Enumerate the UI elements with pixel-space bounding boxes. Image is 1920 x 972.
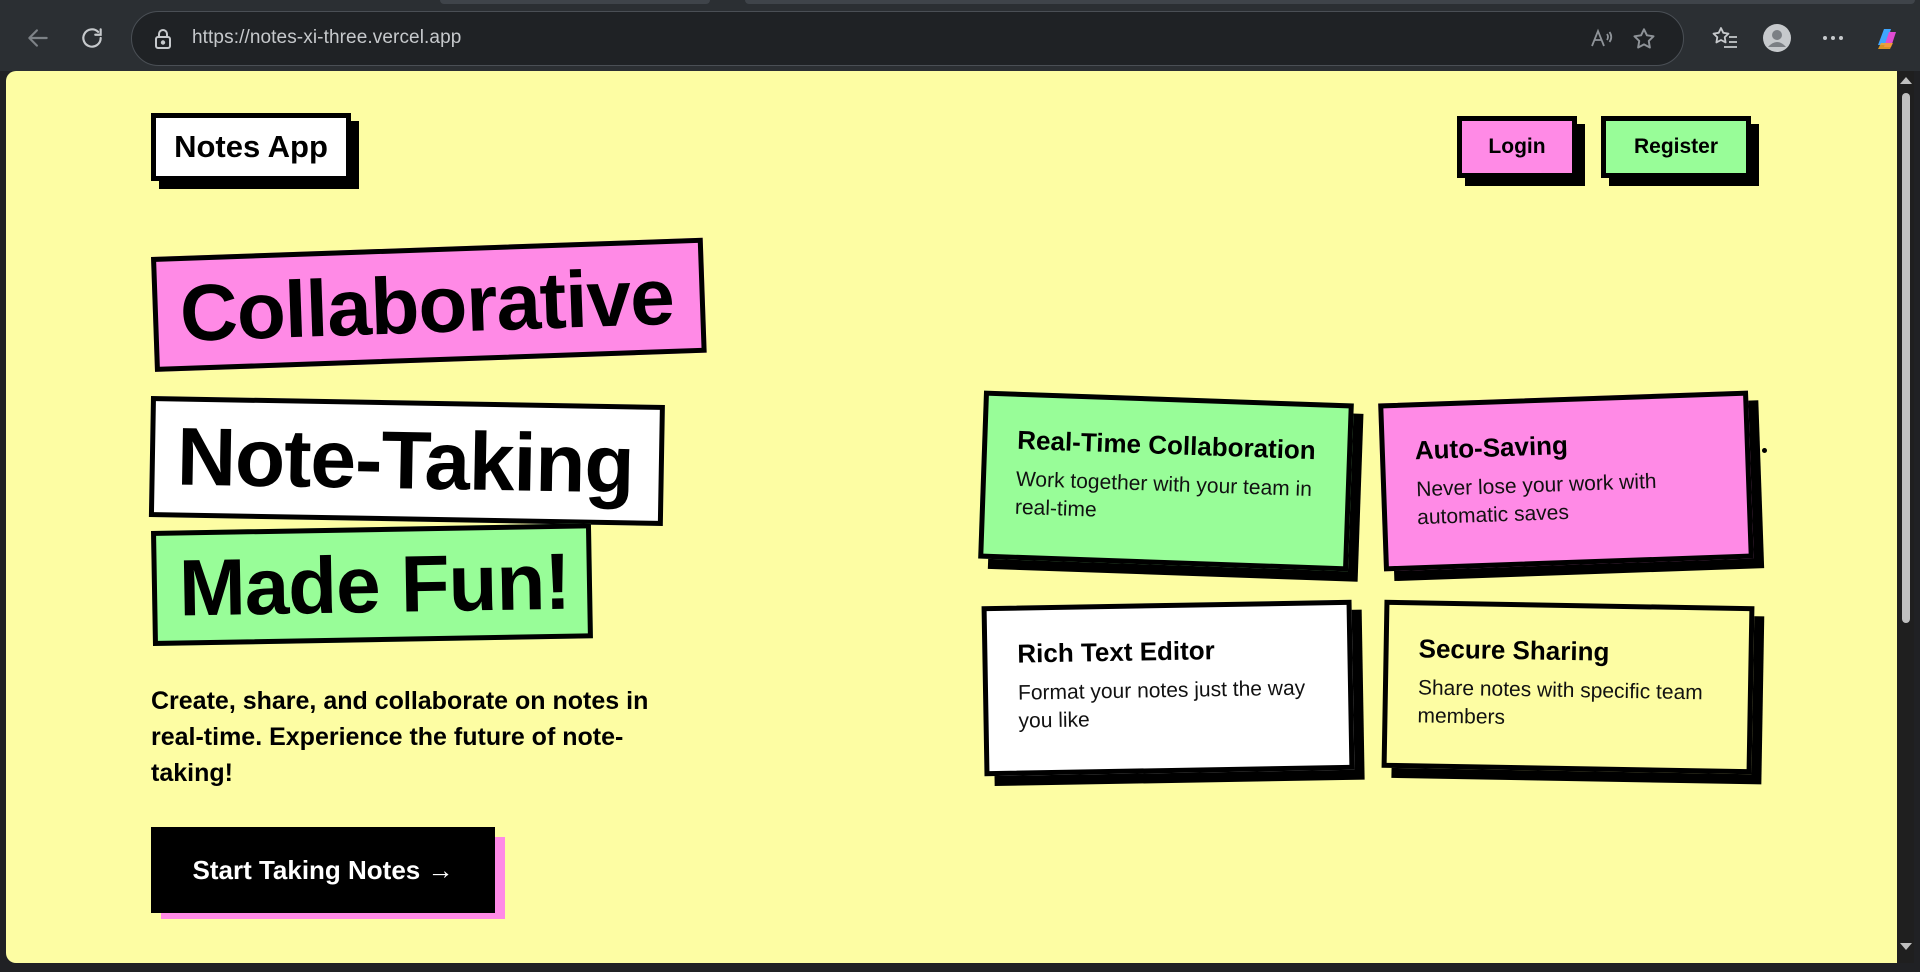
back-icon	[28, 29, 48, 47]
hero-tagline: Create, share, and collaborate on notes …	[151, 687, 649, 787]
login-button[interactable]: Login	[1457, 116, 1585, 186]
feature-title: Secure Sharing	[1418, 633, 1610, 667]
headline-line-2: Note-Taking	[148, 396, 665, 526]
feature-card-autosave: Auto-Saving Never lose your work with au…	[1378, 390, 1765, 582]
copilot-icon[interactable]	[1872, 23, 1902, 53]
read-aloud-icon[interactable]	[1588, 26, 1614, 52]
cta-label[interactable]: Start Taking Notes →	[151, 827, 495, 913]
back-button[interactable]	[18, 18, 58, 58]
card-face: Rich Text Editor Format your notes just …	[981, 599, 1355, 777]
login-label[interactable]: Login	[1457, 116, 1577, 178]
feature-description: Share notes with specific team members	[1417, 676, 1703, 729]
feature-card-sharing: Secure Sharing Share notes with specific…	[1381, 599, 1765, 785]
decorative-dot	[1762, 448, 1767, 453]
feature-title: Rich Text Editor	[1017, 635, 1216, 669]
brand-title[interactable]: Notes App	[151, 113, 351, 181]
lock-icon[interactable]	[151, 27, 175, 51]
tab-strip-indicator	[440, 0, 710, 4]
tab-strip-indicator	[745, 0, 1915, 4]
register-button[interactable]: Register	[1601, 116, 1759, 186]
start-taking-notes-button[interactable]: Start Taking Notes →	[151, 827, 505, 919]
card-face: Auto-Saving Never lose your work with au…	[1378, 390, 1754, 572]
scroll-up-arrow-icon[interactable]	[1900, 77, 1912, 84]
feature-description: Never lose your work with automatic save…	[1415, 469, 1657, 530]
favorites-icon[interactable]	[1710, 23, 1740, 53]
profile-icon[interactable]	[1762, 23, 1792, 53]
refresh-icon	[82, 28, 102, 48]
feature-card-richtext: Rich Text Editor Format your notes just …	[981, 599, 1365, 787]
page-viewport: Notes App Login Register Collaborative N…	[6, 71, 1897, 963]
feature-description: Work together with your team in real-tim…	[1014, 467, 1313, 522]
feature-card-realtime: Real-Time Collaboration Work together wi…	[978, 390, 1364, 582]
card-face: Secure Sharing Share notes with specific…	[1381, 599, 1755, 775]
headline-line-3: Made Fun!	[151, 523, 593, 646]
brand-logo[interactable]: Notes App	[151, 113, 359, 189]
refresh-button[interactable]	[72, 18, 112, 58]
favorite-star-icon[interactable]	[1631, 26, 1657, 52]
more-icon[interactable]	[1818, 23, 1848, 53]
headline-line-1: Collaborative	[151, 237, 707, 372]
feature-description: Format your notes just the way you like	[1017, 676, 1306, 733]
feature-title: Real-Time Collaboration	[1016, 424, 1317, 466]
browser-toolbar: https://notes-xi-three.vercel.app	[0, 0, 1920, 71]
scroll-thumb[interactable]	[1902, 93, 1910, 623]
scroll-down-arrow-icon[interactable]	[1900, 943, 1912, 950]
card-face: Real-Time Collaboration Work together wi…	[978, 390, 1354, 572]
address-bar[interactable]: https://notes-xi-three.vercel.app	[131, 11, 1684, 66]
url-text[interactable]: https://notes-xi-three.vercel.app	[192, 27, 461, 49]
page-scrollbar[interactable]	[1897, 71, 1914, 963]
feature-title: Auto-Saving	[1414, 429, 1569, 466]
register-label[interactable]: Register	[1601, 116, 1751, 178]
